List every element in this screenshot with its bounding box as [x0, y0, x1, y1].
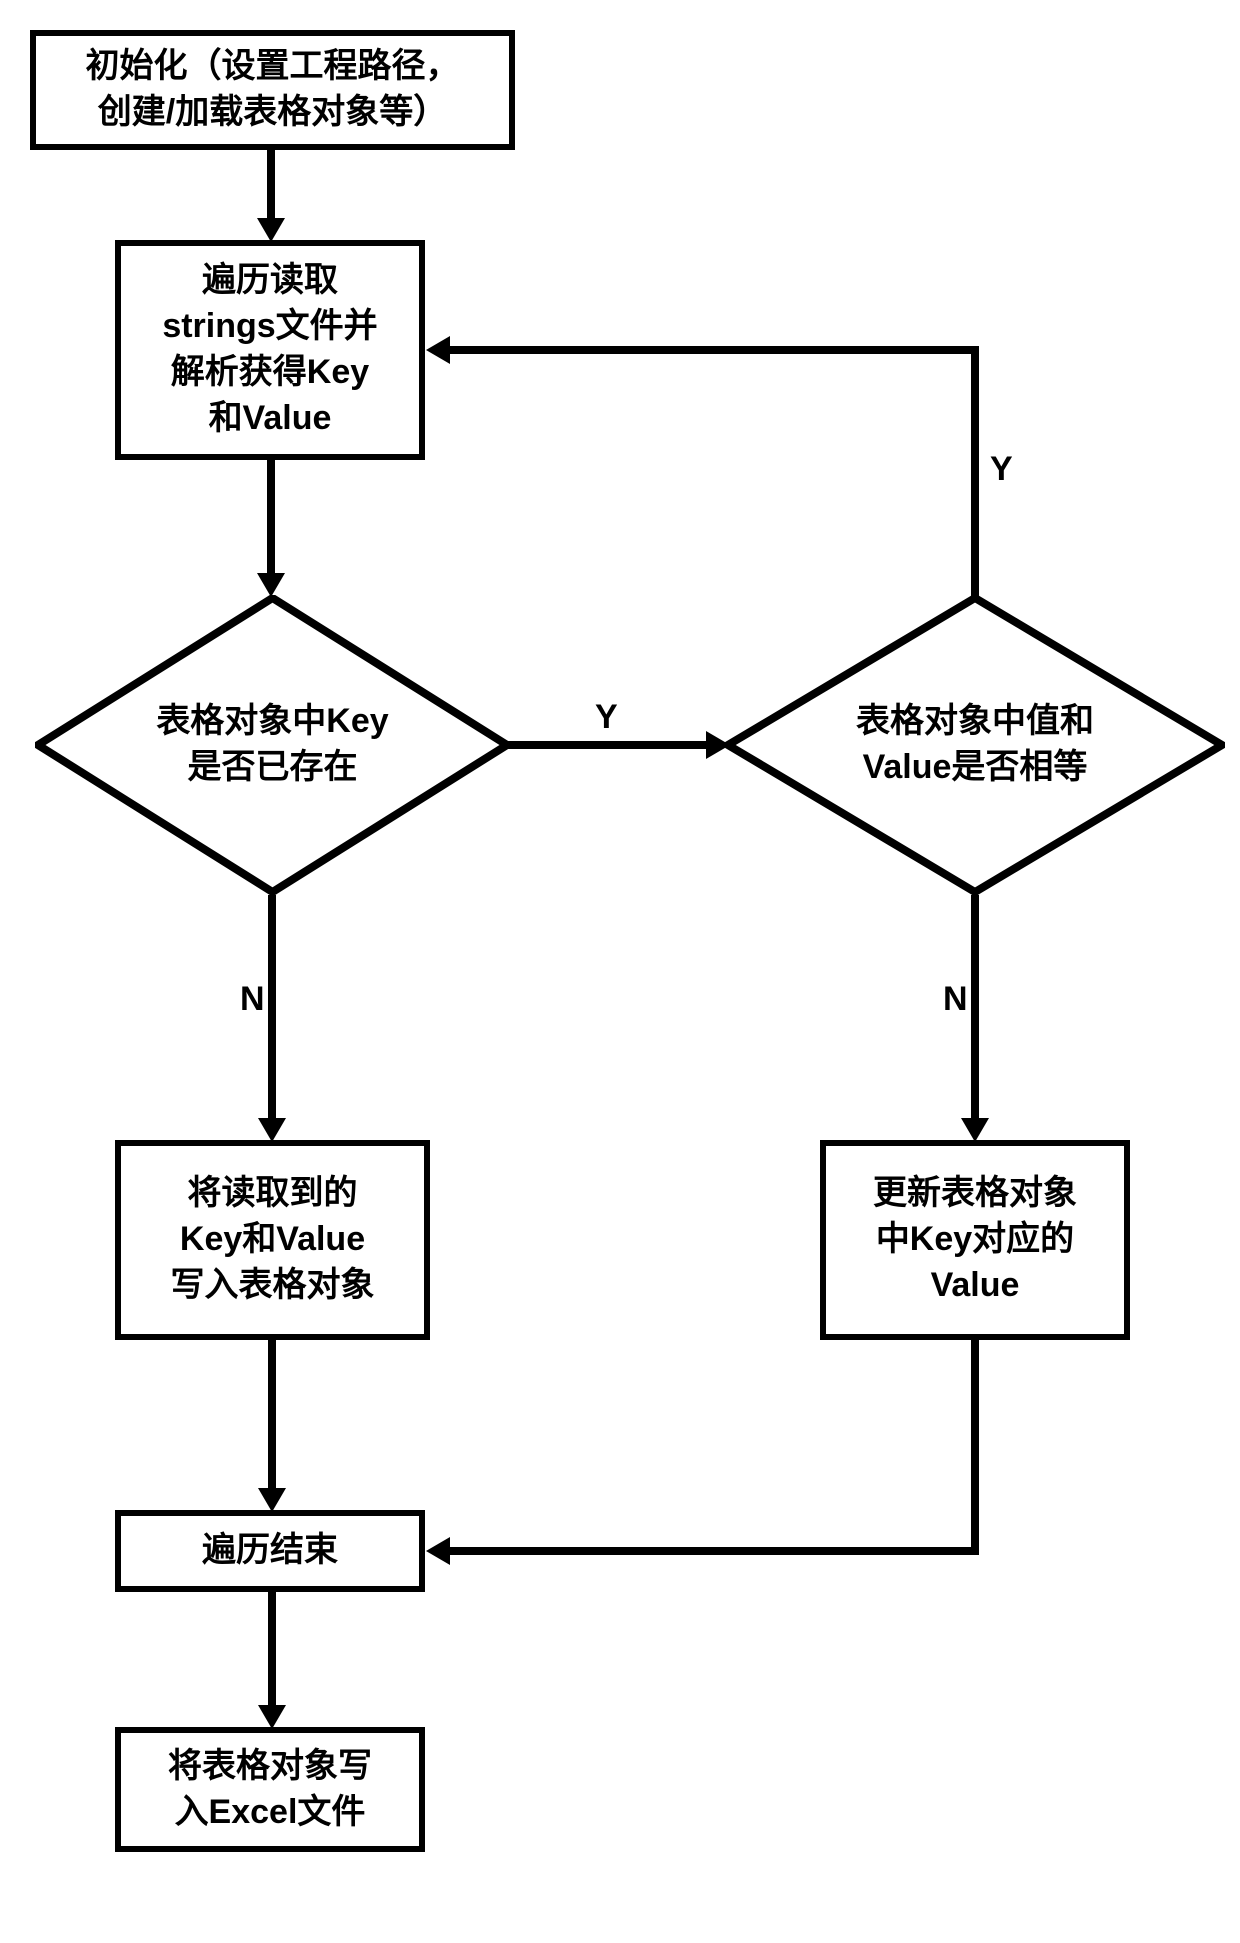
- node-write-kv: 将读取到的Key和Value写入表格对象: [115, 1140, 430, 1340]
- node-write-excel: 将表格对象写入Excel文件: [115, 1727, 425, 1852]
- edge-label-n2: N: [943, 980, 968, 1019]
- node-read-label: 遍历读取strings文件并解析获得Key和Value: [162, 258, 377, 442]
- node-decision-value: 表格对象中值和Value是否相等: [725, 595, 1225, 895]
- arrowhead-icon: [426, 1537, 450, 1565]
- flowchart-container: 初始化（设置工程路径，创建/加载表格对象等） 遍历读取strings文件并解析获…: [0, 0, 1240, 1943]
- node-decision-key-label: 表格对象中Key是否已存在: [156, 699, 388, 791]
- edge-read-decision-key: [267, 460, 275, 575]
- node-end-loop: 遍历结束: [115, 1510, 425, 1592]
- edge-key-write: [268, 895, 276, 1120]
- arrowhead-icon: [258, 1488, 286, 1512]
- edge-key-value: [508, 741, 708, 749]
- edge-value-update: [971, 895, 979, 1120]
- edge-label-n1: N: [240, 980, 265, 1019]
- arrowhead-icon: [258, 1705, 286, 1729]
- node-write-excel-label: 将表格对象写入Excel文件: [168, 1744, 372, 1836]
- node-init-label: 初始化（设置工程路径，创建/加载表格对象等）: [86, 44, 460, 136]
- node-decision-key: 表格对象中Key是否已存在: [35, 595, 510, 895]
- edge-label-y1: Y: [595, 698, 618, 737]
- edge-value-read-v: [971, 346, 979, 598]
- node-end-loop-label: 遍历结束: [202, 1528, 338, 1574]
- edge-write-end: [268, 1340, 276, 1490]
- node-write-kv-label: 将读取到的Key和Value写入表格对象: [171, 1171, 375, 1309]
- edge-end-excel: [268, 1592, 276, 1707]
- edge-init-read: [267, 150, 275, 220]
- node-update-value: 更新表格对象中Key对应的Value: [820, 1140, 1130, 1340]
- edge-value-read-h: [448, 346, 979, 354]
- node-init: 初始化（设置工程路径，创建/加载表格对象等）: [30, 30, 515, 150]
- arrowhead-icon: [426, 336, 450, 364]
- arrowhead-icon: [961, 1118, 989, 1142]
- edge-label-y2: Y: [990, 450, 1013, 489]
- edge-update-end-v: [971, 1340, 979, 1555]
- arrowhead-icon: [257, 218, 285, 242]
- arrowhead-icon: [257, 573, 285, 597]
- node-update-value-label: 更新表格对象中Key对应的Value: [873, 1171, 1077, 1309]
- node-decision-value-label: 表格对象中值和Value是否相等: [856, 699, 1094, 791]
- arrowhead-icon: [258, 1118, 286, 1142]
- node-read: 遍历读取strings文件并解析获得Key和Value: [115, 240, 425, 460]
- edge-update-end-h: [448, 1547, 979, 1555]
